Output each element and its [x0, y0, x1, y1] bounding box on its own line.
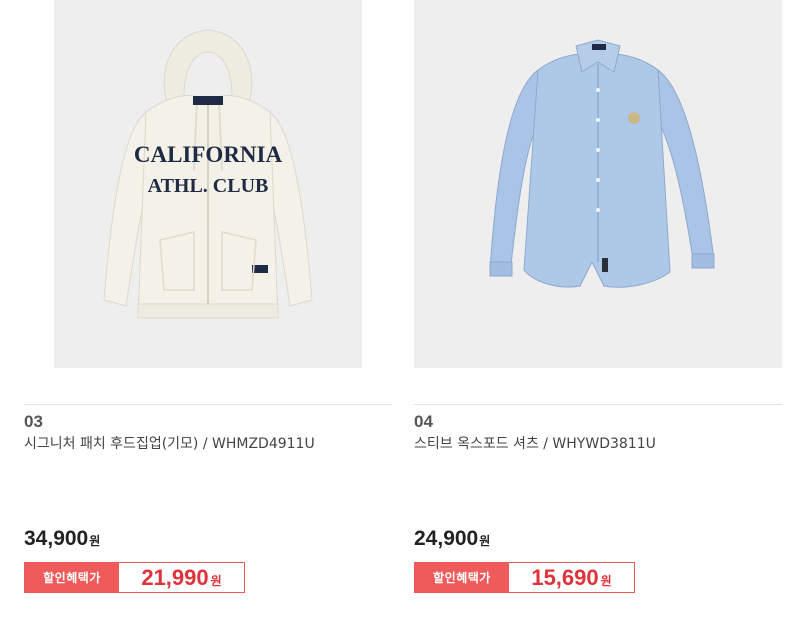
discount-price: 15,690 원 [509, 563, 634, 592]
product-name[interactable]: 스티브 옥스포드 셔츠 / WHYWD3811U [414, 433, 782, 453]
currency-unit: 원 [479, 534, 491, 548]
shirt-image [489, 39, 715, 288]
discount-box: 할인혜택가 21,990 원 [24, 562, 245, 593]
product-number: 03 [24, 412, 43, 431]
discount-price-value: 15,690 [531, 565, 599, 590]
product-number: 04 [414, 412, 433, 431]
divider [24, 404, 392, 405]
price-value: 24,900 [414, 527, 479, 550]
hoodie-print-line2: ATHL. CLUB [148, 175, 269, 197]
hoodie-image: CALIFORNIA ATHL. CLUB [103, 29, 313, 319]
product-image[interactable] [414, 0, 782, 368]
discount-label: 할인혜택가 [415, 563, 509, 592]
product-image[interactable]: CALIFORNIA ATHL. CLUB [54, 0, 362, 368]
currency-unit: 원 [89, 534, 101, 548]
original-price: 24,900 원 [414, 527, 490, 551]
original-price: 34,900 원 [24, 527, 100, 551]
hoodie-print-line1: CALIFORNIA [134, 142, 283, 167]
discount-price-value: 21,990 [141, 565, 209, 590]
discount-price: 21,990 원 [119, 563, 244, 592]
divider [414, 404, 782, 405]
discount-box: 할인혜택가 15,690 원 [414, 562, 635, 593]
product-name[interactable]: 시그니처 패치 후드집업(기모) / WHMZD4911U [24, 433, 392, 453]
currency-unit: 원 [600, 574, 612, 588]
currency-unit: 원 [210, 574, 222, 588]
discount-label: 할인혜택가 [25, 563, 119, 592]
price-value: 34,900 [24, 527, 89, 550]
